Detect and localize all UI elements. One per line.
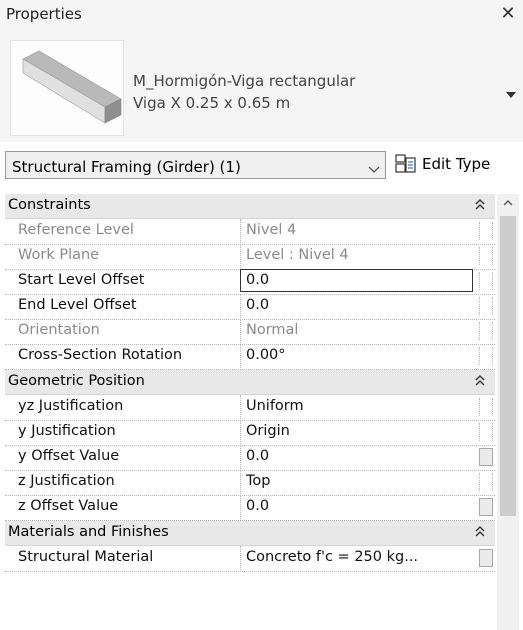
property-row: Work Plane Level : Nivel 4 xyxy=(5,244,495,270)
property-row: Reference Level Nivel 4 xyxy=(5,219,495,245)
property-name: y Justification xyxy=(18,423,116,439)
column-divider xyxy=(240,495,241,519)
collapse-icon[interactable] xyxy=(473,196,487,214)
associate-parameter-button[interactable] xyxy=(479,498,493,516)
column-divider xyxy=(240,546,241,570)
type-name: Viga X 0.25 x 0.65 m xyxy=(133,94,291,112)
chevron-down-icon xyxy=(368,160,380,173)
property-name: y Offset Value xyxy=(18,448,120,464)
property-value[interactable]: 0.0 xyxy=(246,297,269,313)
column-divider xyxy=(240,219,241,243)
instance-filter-row: Structural Framing (Girder) (1) Edit Typ… xyxy=(0,148,523,184)
property-value[interactable]: Origin xyxy=(246,423,290,439)
row-end-cell xyxy=(479,247,493,265)
column-divider xyxy=(240,445,241,469)
property-value[interactable]: Uniform xyxy=(246,398,304,414)
panel-title: Properties xyxy=(6,5,82,23)
collapse-icon[interactable] xyxy=(473,372,487,390)
family-name: M_Hormigón-Viga rectangular xyxy=(133,72,356,90)
property-grid: Constraints Reference Level Nivel 4 Work… xyxy=(5,194,497,630)
material-browse-button[interactable] xyxy=(479,549,493,567)
group-header-constraints[interactable]: Constraints xyxy=(5,194,495,219)
group-header-geometric-position[interactable]: Geometric Position xyxy=(5,370,495,395)
property-value[interactable]: 0.00° xyxy=(246,347,286,363)
property-name: z Justification xyxy=(18,473,115,489)
associate-parameter-button[interactable] xyxy=(479,448,493,466)
type-selector[interactable]: M_Hormigón-Viga rectangular Viga X 0.25 … xyxy=(0,34,523,142)
vertical-scrollbar[interactable] xyxy=(497,194,519,630)
column-divider xyxy=(240,344,241,368)
instance-filter-label: Structural Framing (Girder) (1) xyxy=(12,158,241,176)
row-end-cell xyxy=(479,322,493,340)
row-end-cell xyxy=(479,347,493,365)
column-divider xyxy=(240,244,241,268)
group-header-materials[interactable]: Materials and Finishes xyxy=(5,521,495,546)
row-end-cell xyxy=(479,297,493,315)
property-row: Structural Material Concreto f'c = 250 k… xyxy=(5,546,495,572)
property-name: Cross-Section Rotation xyxy=(18,347,183,363)
collapse-icon[interactable] xyxy=(473,523,487,541)
property-name: Work Plane xyxy=(18,247,100,263)
row-end-cell xyxy=(479,423,493,441)
property-name: Orientation xyxy=(18,322,100,338)
property-value[interactable]: Top xyxy=(246,473,270,489)
property-value[interactable]: 0.0 xyxy=(246,272,269,288)
property-value: Level : Nivel 4 xyxy=(246,247,349,263)
property-value[interactable]: 0.0 xyxy=(246,448,269,464)
property-value[interactable]: Concreto f'c = 250 kg... xyxy=(246,549,418,565)
property-row: z Justification Top xyxy=(5,470,495,496)
property-row: End Level Offset 0.0 xyxy=(5,294,495,320)
property-value: Nivel 4 xyxy=(246,222,297,238)
start-level-offset-input[interactable] xyxy=(240,269,473,292)
property-name: Structural Material xyxy=(18,549,154,565)
edit-type-button[interactable]: Edit Type xyxy=(395,151,521,179)
column-divider xyxy=(240,294,241,318)
property-row: Cross-Section Rotation 0.00° xyxy=(5,344,495,370)
close-icon[interactable]: ✕ xyxy=(497,3,519,25)
column-divider xyxy=(240,319,241,343)
property-value: Normal xyxy=(246,322,299,338)
scroll-up-icon[interactable] xyxy=(497,194,519,212)
group-label: Materials and Finishes xyxy=(8,524,169,540)
row-end-cell xyxy=(479,272,493,290)
property-row: yz Justification Uniform xyxy=(5,395,495,421)
triangle-down-icon[interactable] xyxy=(503,86,519,98)
instance-filter-dropdown[interactable]: Structural Framing (Girder) (1) xyxy=(5,151,386,179)
column-divider xyxy=(240,420,241,444)
property-value[interactable]: 0.0 xyxy=(246,498,269,514)
scrollbar-thumb[interactable] xyxy=(500,216,516,516)
property-name: Reference Level xyxy=(18,222,134,238)
edit-type-label: Edit Type xyxy=(422,155,491,173)
property-name: z Offset Value xyxy=(18,498,119,514)
row-end-cell xyxy=(479,398,493,416)
row-end-cell xyxy=(479,222,493,240)
column-divider xyxy=(240,395,241,419)
properties-title-bar: Properties ✕ xyxy=(0,0,523,34)
property-name: yz Justification xyxy=(18,398,124,414)
group-label: Geometric Position xyxy=(8,373,145,389)
column-divider xyxy=(240,470,241,494)
property-row: z Offset Value 0.0 xyxy=(5,495,495,521)
property-name: End Level Offset xyxy=(18,297,137,313)
group-label: Constraints xyxy=(8,197,91,213)
property-name: Start Level Offset xyxy=(18,272,145,288)
property-row: Orientation Normal xyxy=(5,319,495,345)
edit-type-icon xyxy=(395,154,417,174)
beam-thumbnail-icon xyxy=(10,40,124,136)
property-row: y Offset Value 0.0 xyxy=(5,445,495,471)
property-row: Start Level Offset 0.0 xyxy=(5,269,495,295)
property-row: y Justification Origin xyxy=(5,420,495,446)
row-end-cell xyxy=(479,473,493,491)
